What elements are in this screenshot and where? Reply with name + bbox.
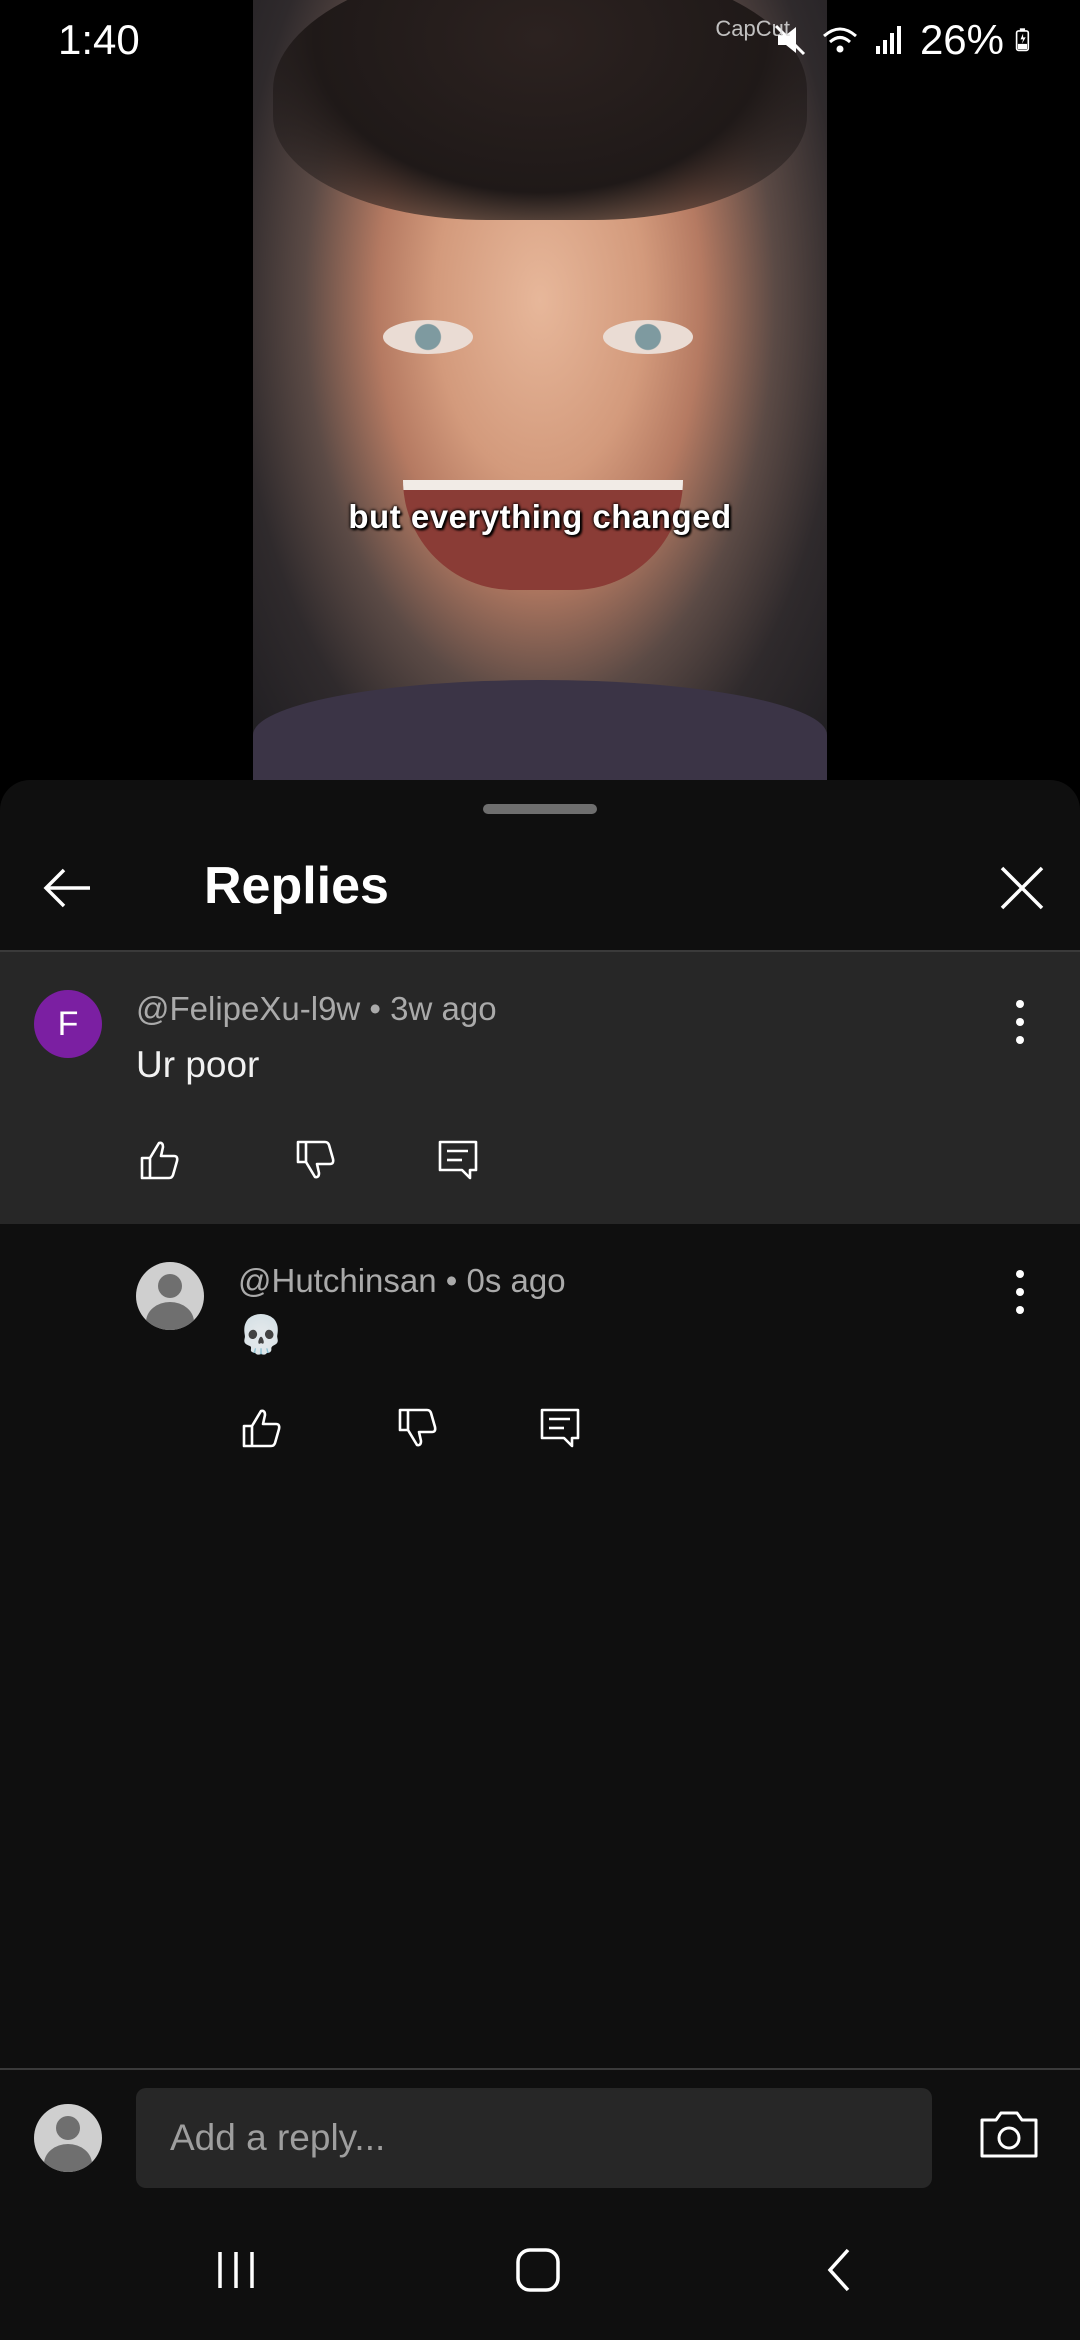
wifi-icon [822, 27, 857, 53]
camera-icon[interactable] [978, 2106, 1040, 2162]
reply-composer [0, 2068, 1080, 2198]
video-frame [253, 0, 827, 790]
more-vert-icon[interactable] [1000, 1262, 1040, 1322]
signal-icon [875, 26, 901, 54]
status-time: 1:40 [58, 16, 140, 63]
parent-comment: F @FelipeXu-l9w • 3w ago Ur poor [0, 952, 1080, 1224]
video-shirt [253, 680, 827, 790]
comment-text: Ur poor [136, 1044, 260, 1085]
reply-input[interactable] [136, 2088, 932, 2188]
back-nav-icon[interactable] [810, 2240, 870, 2300]
like-icon[interactable] [238, 1404, 286, 1452]
reply-comment: @Hutchinsan • 0s ago 💀 [0, 1224, 1080, 1484]
recent-apps-icon[interactable] [206, 2240, 266, 2300]
comment-meta: @FelipeXu-l9w • 3w ago [136, 990, 497, 1027]
video-player[interactable]: but everything changed [0, 0, 1080, 790]
replies-sheet: Replies F @FelipeXu-l9w • 3w ago Ur poor [0, 780, 1080, 2070]
sheet-header: Replies [0, 828, 1080, 950]
user-avatar [34, 2104, 102, 2172]
like-icon[interactable] [136, 1136, 184, 1184]
page-title: Replies [204, 857, 389, 915]
video-eye-left [383, 320, 473, 354]
reply-icon[interactable] [434, 1136, 482, 1184]
status-icons: CapCut 26% [715, 16, 1040, 64]
more-vert-icon[interactable] [1000, 992, 1040, 1052]
dislike-icon[interactable] [394, 1404, 442, 1452]
comment-text: 💀 [238, 1314, 285, 1355]
battery-icon [1015, 28, 1030, 52]
battery-percent: 26% [919, 16, 1004, 63]
drag-handle[interactable] [483, 804, 597, 814]
avatar[interactable] [136, 1262, 204, 1330]
reply-icon[interactable] [536, 1404, 584, 1452]
system-nav-bar [0, 2198, 1080, 2340]
video-caption: but everything changed [348, 498, 732, 535]
comment-meta: @Hutchinsan • 0s ago [238, 1262, 566, 1299]
dislike-icon[interactable] [292, 1136, 340, 1184]
close-icon[interactable] [992, 858, 1052, 918]
avatar[interactable]: F [34, 990, 102, 1058]
video-eye-right [603, 320, 693, 354]
back-arrow-icon[interactable] [38, 858, 98, 918]
status-bar: 1:40 CapCut 26% [0, 0, 1080, 90]
home-icon[interactable] [508, 2240, 568, 2300]
capcut-watermark: CapCut [715, 16, 790, 41]
